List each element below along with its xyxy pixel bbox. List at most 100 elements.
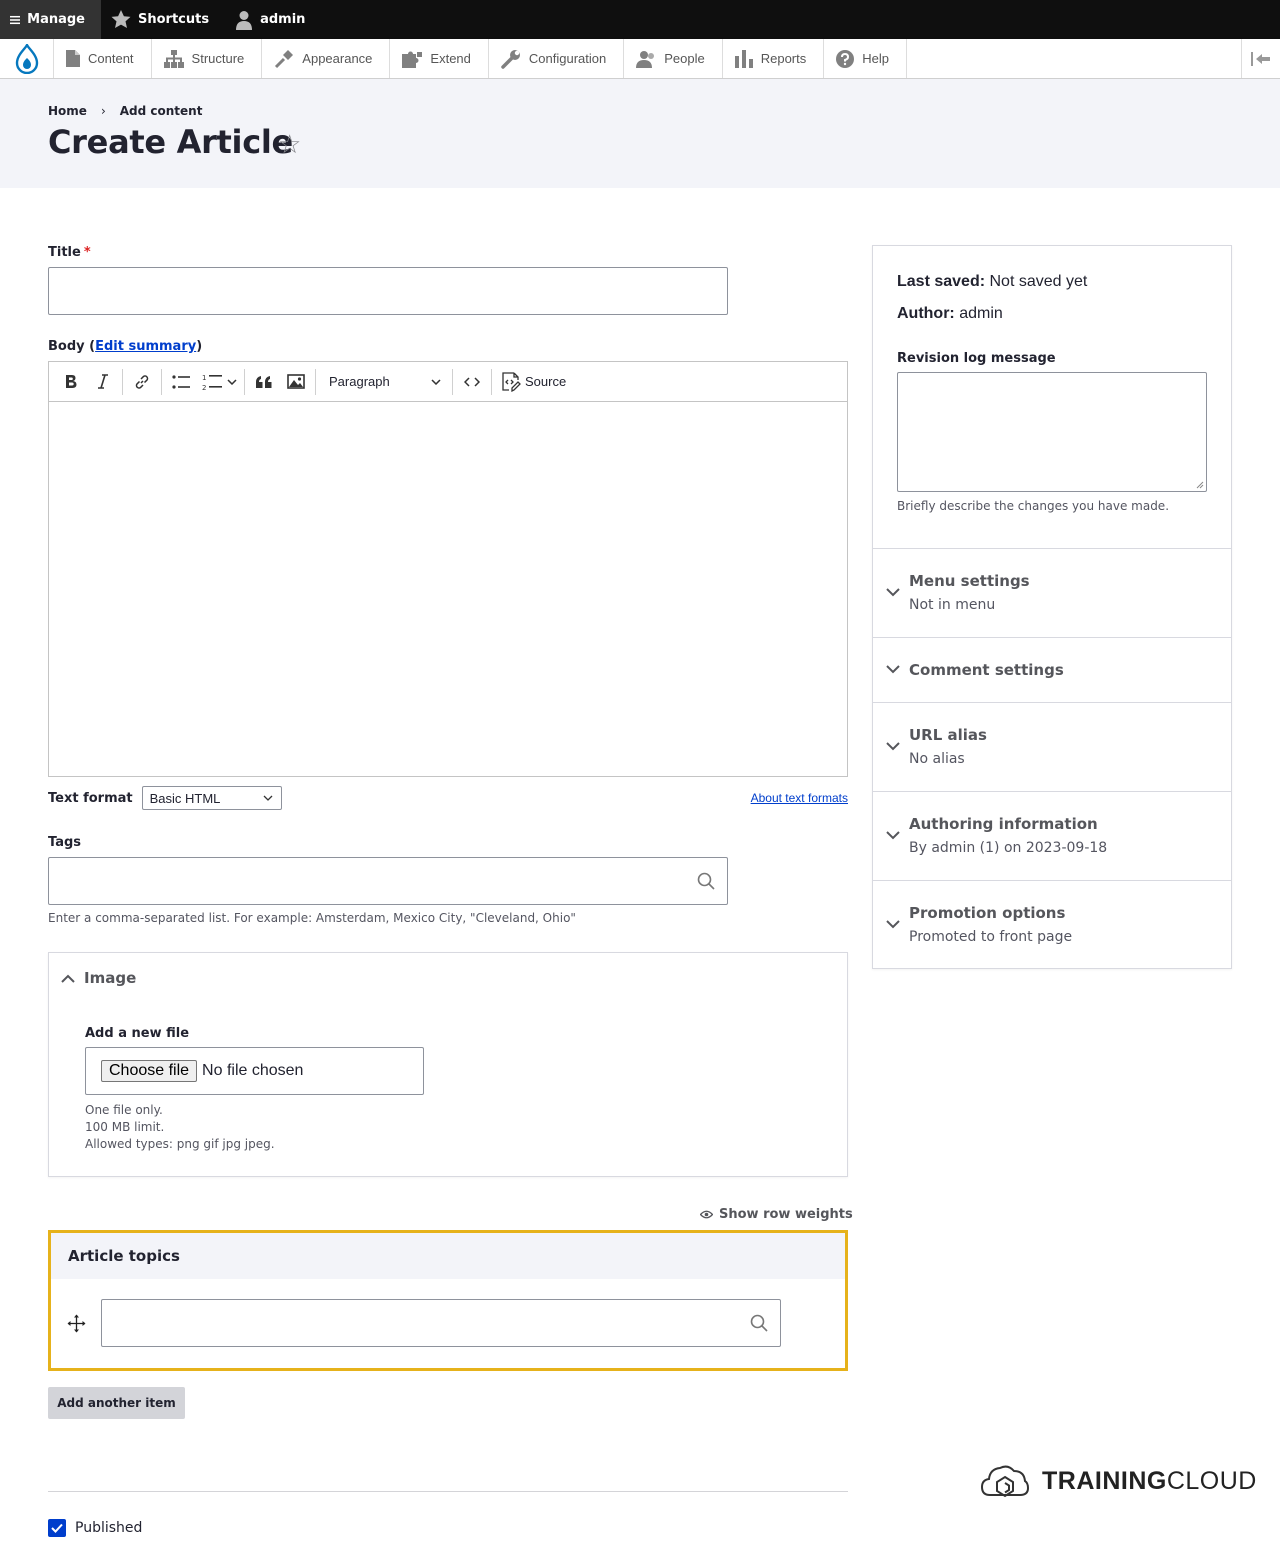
menu-item-reports[interactable]: Reports <box>723 39 825 78</box>
menu-label: Configuration <box>528 51 607 66</box>
hamburger-icon <box>10 15 21 24</box>
image-summary-label: Image <box>84 969 137 987</box>
bar-chart-icon <box>734 49 753 68</box>
collapse-left-icon <box>1251 51 1270 66</box>
meta-sidebar: Last saved: Not saved yet Author: admin … <box>872 245 1232 969</box>
chevron-down-icon <box>886 831 900 840</box>
revision-log-label: Revision log message <box>897 351 1056 366</box>
code-button[interactable] <box>456 367 488 397</box>
published-checkbox[interactable] <box>48 1519 66 1537</box>
bold-button[interactable] <box>55 367 87 397</box>
chevron-down-icon <box>886 665 900 674</box>
breadcrumb-add-content[interactable]: Add content <box>120 104 203 118</box>
user-tab[interactable]: admin <box>225 0 321 39</box>
menu-settings-section[interactable]: Menu settings Not in menu <box>873 548 1231 637</box>
menu-item-configuration[interactable]: Configuration <box>489 39 625 78</box>
no-file-text: No file chosen <box>202 1062 304 1079</box>
last-saved: Last saved: Not saved yet <box>897 273 1088 290</box>
source-button[interactable]: Source <box>495 371 566 392</box>
tags-label: Tags <box>48 835 82 850</box>
comment-settings-section[interactable]: Comment settings <box>873 637 1231 702</box>
section-title: URL alias <box>909 726 987 744</box>
divider <box>48 1491 848 1492</box>
article-topics-header: Article topics <box>51 1233 845 1279</box>
chevron-down-icon <box>431 378 441 385</box>
promotion-options-section[interactable]: Promotion options Promoted to front page <box>873 880 1231 968</box>
published-checkbox-row[interactable]: Published <box>48 1519 142 1537</box>
tags-input[interactable] <box>48 857 728 905</box>
admin-toolbar: Manage Shortcuts admin <box>0 0 1280 39</box>
svg-text:1: 1 <box>202 374 206 382</box>
edit-summary-link[interactable]: Edit summary <box>95 339 196 354</box>
svg-text:2: 2 <box>202 384 206 391</box>
editor-content-area[interactable] <box>49 402 847 776</box>
bold-icon <box>66 375 77 388</box>
drupal-logo[interactable] <box>0 39 54 78</box>
italic-button[interactable] <box>87 367 119 397</box>
paintbrush-icon <box>275 49 294 68</box>
about-text-formats-link[interactable]: About text formats <box>751 791 848 805</box>
menu-item-content[interactable]: Content <box>54 39 152 78</box>
quote-icon <box>256 375 272 388</box>
chevron-down-icon <box>886 742 900 751</box>
tags-description: Enter a comma-separated list. For exampl… <box>48 911 576 925</box>
user-label: admin <box>260 12 306 27</box>
body-editor: 12 Paragraph Source <box>48 361 848 777</box>
search-icon <box>697 872 715 890</box>
section-summary: By admin (1) on 2023-09-18 <box>909 840 1108 856</box>
title-input[interactable] <box>48 267 728 315</box>
source-icon <box>502 371 521 392</box>
menu-item-people[interactable]: People <box>624 39 723 78</box>
article-topics-input[interactable] <box>101 1299 781 1347</box>
shortcuts-tab[interactable]: Shortcuts <box>101 0 225 39</box>
menu-item-extend[interactable]: Extend <box>390 39 489 78</box>
bulleted-list-icon <box>172 374 190 389</box>
drag-handle-icon[interactable] <box>67 1314 86 1333</box>
numbered-list-button[interactable]: 12 <box>197 367 241 397</box>
menu-item-help[interactable]: Help <box>824 39 907 78</box>
menu-label: Help <box>862 51 889 66</box>
add-another-item-button[interactable]: Add another item <box>48 1387 185 1419</box>
tray-orientation-toggle[interactable] <box>1241 39 1280 78</box>
manage-label: Manage <box>27 12 85 27</box>
drupal-drop-icon <box>15 43 38 74</box>
eye-icon <box>700 1210 713 1219</box>
link-button[interactable] <box>126 367 158 397</box>
image-upload-button[interactable] <box>280 367 312 397</box>
file-description: One file only. 100 MB limit. Allowed typ… <box>85 1103 275 1151</box>
help-icon <box>836 49 855 68</box>
image-icon <box>287 374 305 389</box>
wrench-icon <box>501 49 520 69</box>
breadcrumb-home[interactable]: Home <box>48 104 87 118</box>
published-label: Published <box>75 1520 143 1536</box>
numbered-list-icon: 12 <box>202 374 222 391</box>
chevron-down-icon <box>886 588 900 597</box>
authoring-information-section[interactable]: Authoring information By admin (1) on 20… <box>873 791 1231 880</box>
section-title: Menu settings <box>909 572 1030 590</box>
url-alias-section[interactable]: URL alias No alias <box>873 702 1231 791</box>
text-format-label: Text format <box>48 790 133 806</box>
choose-file-button[interactable]: Choose file <box>101 1060 198 1082</box>
revision-log-description: Briefly describe the changes you have ma… <box>897 499 1170 513</box>
image-details: Image Add a new file Choose file No file… <box>48 952 848 1177</box>
revision-log-textarea[interactable] <box>897 372 1207 492</box>
italic-icon <box>98 374 108 389</box>
trainingcloud-logo: TRAININGCLOUD <box>980 1461 1257 1501</box>
bulleted-list-button[interactable] <box>165 367 197 397</box>
section-summary: Not in menu <box>909 597 996 613</box>
text-format-row: Text format Basic HTML About text format… <box>48 785 848 811</box>
show-row-weights-button[interactable]: Show row weights <box>700 1207 853 1222</box>
blockquote-button[interactable] <box>248 367 280 397</box>
menu-item-structure[interactable]: Structure <box>152 39 263 78</box>
code-icon <box>464 376 480 387</box>
manage-tab[interactable]: Manage <box>0 0 101 39</box>
menu-label: Reports <box>760 51 807 66</box>
text-format-select[interactable]: Basic HTML <box>141 786 282 810</box>
heading-select[interactable]: Paragraph <box>319 374 449 389</box>
section-title: Authoring information <box>909 815 1098 833</box>
resize-handle-icon[interactable] <box>1196 481 1204 489</box>
menu-label: Extend <box>430 51 471 66</box>
image-summary[interactable]: Image <box>61 969 136 987</box>
menu-item-appearance[interactable]: Appearance <box>262 39 391 78</box>
shortcut-star-icon[interactable]: ☆ <box>278 130 301 160</box>
